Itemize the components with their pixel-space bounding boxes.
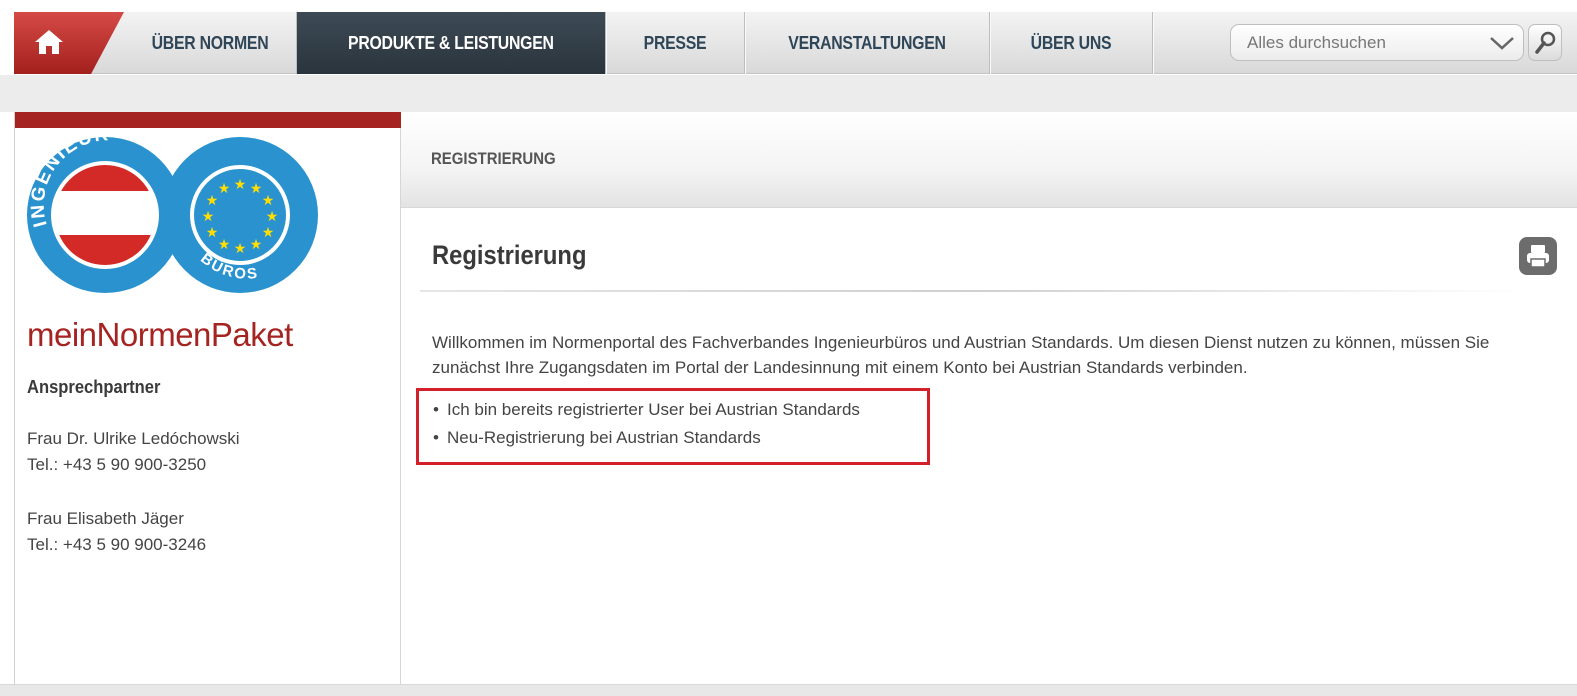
option-new-registration-label: Neu-Registrierung bei Austrian Standards: [447, 428, 761, 447]
svg-text:★: ★: [262, 193, 275, 209]
contact-entry: Frau Elisabeth Jäger Tel.: +43 5 90 900-…: [27, 506, 206, 558]
nav-veranstaltungen[interactable]: VERANSTALTUNGEN: [760, 12, 975, 74]
bullet: •: [433, 400, 439, 419]
sidebar: ★ ★ ★ ★ ★ ★ ★ ★ ★ ★ ★ ★ INGENIEUR BÜROS meinNorm…: [14, 112, 401, 696]
brand-title: meinNormenPaket: [27, 316, 293, 353]
footer-band: [0, 684, 1577, 696]
chevron-down-icon[interactable]: [1489, 35, 1515, 51]
home-button[interactable]: [14, 12, 124, 74]
svg-text:★: ★: [234, 177, 247, 193]
svg-text:★: ★: [250, 181, 263, 197]
ingenieur-bueros-logo: ★ ★★ ★★★ ★★★ ★★★ INGENIEUR BÜROS: [27, 130, 318, 293]
contact-phone: Tel.: +43 5 90 900-3250: [27, 455, 207, 474]
registration-options-highlight: • Ich bin bereits registrierter User bei …: [416, 388, 930, 465]
nav-divider: [989, 12, 990, 74]
svg-text:★: ★: [202, 209, 215, 225]
breadcrumb: REGISTRIERUNG: [431, 149, 556, 168]
page-title: Registrierung: [432, 240, 587, 270]
svg-text:★: ★: [250, 237, 263, 253]
search-input[interactable]: [1247, 32, 1467, 54]
bullet: •: [433, 428, 439, 447]
breadcrumb-bar: REGISTRIERUNG: [401, 112, 1577, 208]
nav-presse[interactable]: PRESSE: [614, 12, 735, 74]
nav-produkte-leistungen-label: PRODUKTE & LEISTUNGEN: [348, 32, 554, 53]
nav-divider: [744, 12, 745, 74]
svg-text:★: ★: [218, 237, 231, 253]
title-divider: [420, 290, 1530, 292]
svg-text:★: ★: [262, 225, 275, 241]
contact-phone: Tel.: +43 5 90 900-3246: [27, 535, 207, 554]
nav-divider: [605, 12, 606, 74]
contact-entry: Frau Dr. Ulrike Ledóchowski Tel.: +43 5 …: [27, 426, 240, 478]
contact-name: Frau Dr. Ulrike Ledóchowski: [27, 429, 240, 448]
svg-text:★: ★: [206, 193, 219, 209]
intro-text: Willkommen im Normenportal des Fachverba…: [432, 333, 1490, 377]
home-icon: [35, 30, 63, 54]
header-gap-band: [0, 75, 1577, 112]
svg-text:★: ★: [266, 209, 279, 225]
svg-text:★: ★: [206, 225, 219, 241]
contact-heading: Ansprechpartner: [27, 377, 161, 397]
nav-produkte-leistungen[interactable]: PRODUKTE & LEISTUNGEN: [297, 12, 605, 74]
svg-text:★: ★: [234, 241, 247, 257]
print-button[interactable]: [1519, 237, 1557, 275]
option-new-registration[interactable]: • Neu-Registrierung bei Austrian Standard…: [433, 428, 761, 448]
search-icon: [1535, 31, 1556, 54]
main-navigation: ÜBER NORMEN PRODUKTE & LEISTUNGEN PRESSE…: [14, 12, 1577, 74]
printer-icon: [1527, 245, 1549, 268]
nav-ueber-normen[interactable]: ÜBER NORMEN: [134, 12, 285, 74]
nav-divider: [1152, 12, 1153, 74]
search-button[interactable]: [1528, 24, 1562, 61]
contact-name: Frau Elisabeth Jäger: [27, 509, 184, 528]
sidebar-accent-bar: [15, 112, 401, 128]
search-box: [1230, 24, 1524, 61]
nav-ueber-uns[interactable]: ÜBER UNS: [1000, 12, 1143, 74]
option-existing-user[interactable]: • Ich bin bereits registrierter User bei …: [433, 400, 860, 420]
svg-text:★: ★: [218, 181, 231, 197]
option-existing-user-label: Ich bin bereits registrierter User bei A…: [447, 400, 860, 419]
